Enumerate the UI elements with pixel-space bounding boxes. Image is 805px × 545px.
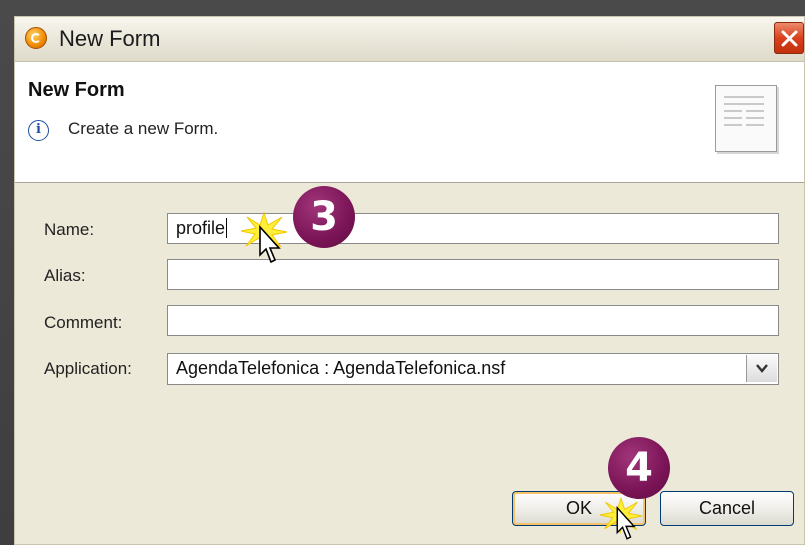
application-label: Application: [44,359,132,378]
chevron-down-icon [756,364,768,373]
text-caret [226,218,228,238]
header-description: Create a new Form. [68,119,219,138]
mouse-pointer-icon [259,225,281,264]
cancel-button[interactable]: Cancel [660,491,794,526]
app-icon [25,27,47,49]
application-value: AgendaTelefonica : AgendaTelefonica.nsf [176,358,506,378]
application-select[interactable]: AgendaTelefonica : AgendaTelefonica.nsf [167,353,779,385]
name-value: profile [176,218,226,238]
comment-label: Comment: [44,313,123,332]
dropdown-button[interactable] [746,355,777,382]
step-4-badge: 4 [608,437,670,499]
form-document-icon [715,85,777,152]
new-form-dialog: New Form New Form i Create a new Form. N… [14,16,805,545]
step-3-badge: 3 [293,186,355,248]
header-panel: New Form i Create a new Form. [15,62,804,183]
close-icon [781,30,798,47]
header-title: New Form [28,79,125,101]
name-label: Name: [44,220,95,239]
title-bar[interactable]: New Form [15,17,804,62]
info-icon: i [28,120,49,141]
comment-field[interactable] [167,305,779,336]
dialog-title: New Form [59,26,161,51]
alias-label: Alias: [44,266,86,285]
mouse-pointer-icon [616,506,636,540]
close-button[interactable] [774,22,804,54]
